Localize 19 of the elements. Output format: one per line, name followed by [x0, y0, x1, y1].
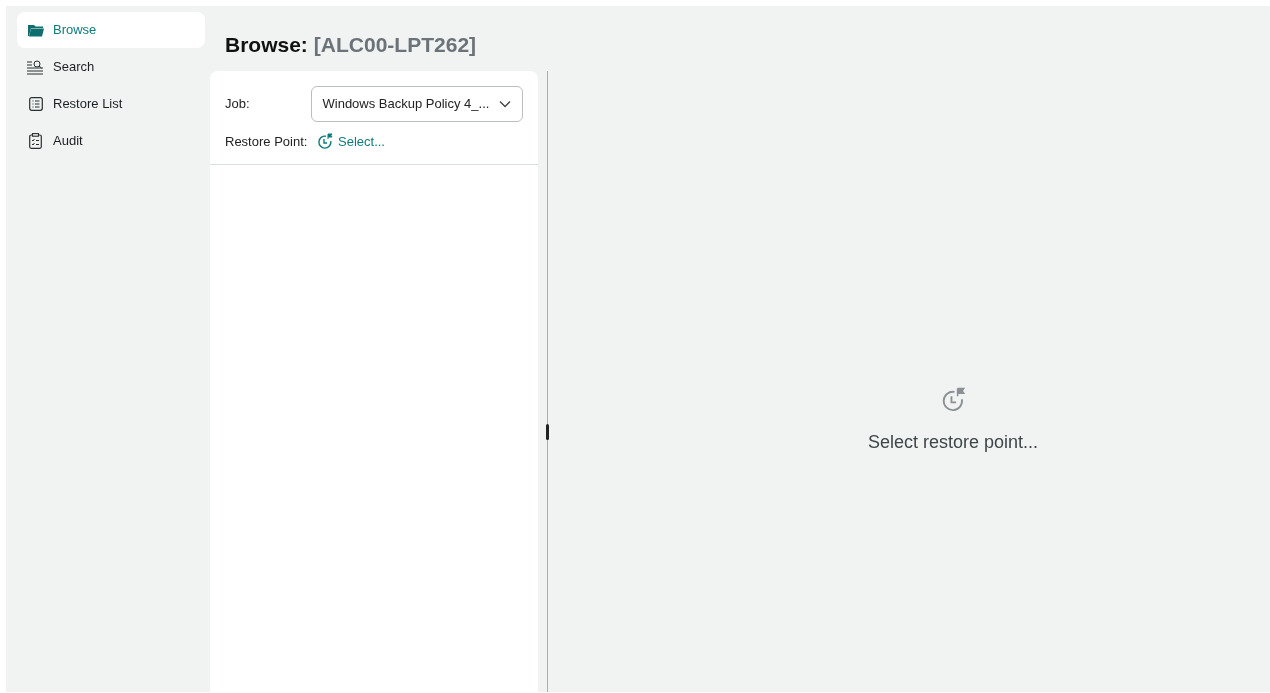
- select-restore-point-link[interactable]: Select...: [317, 132, 385, 152]
- chevron-down-icon: [499, 100, 511, 108]
- list-icon: [28, 97, 43, 111]
- device-name: [ALC00-LPT262]: [313, 31, 477, 58]
- sidebar-item[interactable]: Search: [17, 49, 205, 85]
- job-dropdown[interactable]: Windows Backup Policy 4_...: [310, 86, 523, 122]
- sidebar-item[interactable]: Audit: [17, 123, 205, 159]
- page-title: Browse:: [225, 31, 308, 58]
- clipboard-icon: [29, 133, 42, 149]
- empty-state-message: Select restore point...: [867, 431, 1039, 454]
- sidebar-item[interactable]: Restore List: [17, 86, 205, 122]
- search-icon: [27, 59, 44, 75]
- resize-handle[interactable]: [545, 424, 549, 440]
- clock-flag-icon: [940, 387, 966, 413]
- restore-point-label: Restore Point:: [225, 133, 309, 151]
- clock-flag-icon: [317, 133, 333, 151]
- job-label: Job:: [225, 95, 251, 114]
- sidebar-item[interactable]: Browse: [17, 12, 205, 48]
- folder-icon: [27, 23, 44, 37]
